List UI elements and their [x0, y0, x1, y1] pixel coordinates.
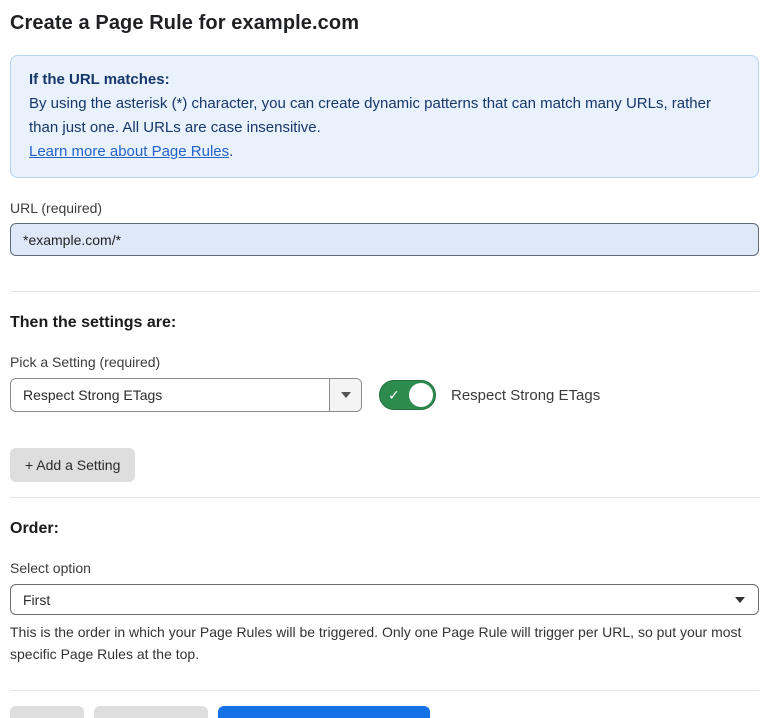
divider — [10, 291, 759, 292]
setting-select-value: Respect Strong ETags — [11, 379, 329, 411]
url-input[interactable] — [10, 223, 759, 256]
check-icon: ✓ — [388, 388, 400, 402]
url-match-info-box: If the URL matches: By using the asteris… — [10, 55, 759, 178]
learn-more-link[interactable]: Learn more about Page Rules — [29, 143, 229, 160]
url-field-label: URL (required) — [10, 200, 759, 216]
info-box-link-line: Learn more about Page Rules. — [29, 140, 740, 164]
info-box-body: By using the asterisk (*) character, you… — [29, 92, 740, 140]
cancel-button[interactable]: Cancel — [10, 706, 84, 718]
order-select[interactable]: First — [10, 584, 759, 615]
toggle-label: Respect Strong ETags — [451, 387, 600, 404]
toggle-knob — [409, 383, 433, 407]
order-help-text: This is the order in which your Page Rul… — [10, 621, 759, 665]
setting-select-arrow-button[interactable] — [329, 379, 361, 411]
chevron-down-icon — [735, 597, 745, 603]
setting-picker-label: Pick a Setting (required) — [10, 354, 759, 370]
settings-heading: Then the settings are: — [10, 314, 759, 332]
save-and-deploy-button[interactable]: Save and Deploy Page Rule — [218, 706, 430, 718]
divider — [10, 497, 759, 498]
setting-select[interactable]: Respect Strong ETags — [10, 378, 362, 412]
info-box-heading: If the URL matches: — [29, 68, 740, 92]
form-actions: Cancel Save as Draft Save and Deploy Pag… — [10, 706, 759, 718]
chevron-down-icon — [341, 392, 351, 398]
add-setting-button[interactable]: + Add a Setting — [10, 448, 135, 482]
divider — [10, 690, 759, 691]
page-title: Create a Page Rule for example.com — [10, 12, 759, 35]
link-suffix: . — [229, 143, 233, 160]
order-select-label: Select option — [10, 560, 759, 576]
order-heading: Order: — [10, 520, 759, 538]
page-rule-form: Create a Page Rule for example.com If th… — [0, 0, 769, 718]
setting-row: Respect Strong ETags ✓ Respect Strong ET… — [10, 378, 759, 412]
order-select-value: First — [23, 592, 50, 608]
save-as-draft-button[interactable]: Save as Draft — [94, 706, 209, 718]
setting-toggle[interactable]: ✓ — [379, 380, 436, 410]
